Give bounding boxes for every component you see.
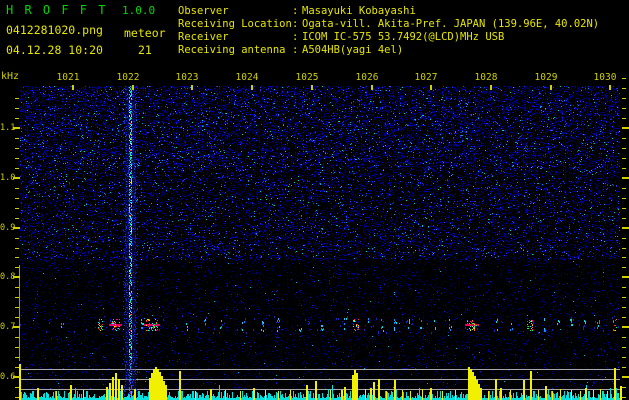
level-tick-label: 0.8 [0,272,16,282]
station-info: Observer: Masayuki Kobayashi Receiving Loc… [178,4,599,56]
app-version: 1.0.0 [122,4,156,17]
frequency-tick-label: 1023 [175,72,199,83]
frequency-tick-label: 1024 [235,72,259,83]
app-title: H R O F F T [6,3,108,17]
mode-label: meteor [124,26,166,40]
station-info-row: Receiving Location: Ogata-vill. Akita-Pre… [178,17,599,30]
info-value: ICOM IC-575 53.7492(@LCD)MHz USB [302,30,505,43]
info-value: Ogata-vill. Akita-Pref. JAPAN (139.96E, … [302,17,600,30]
info-label: Receiving Location [178,17,292,30]
station-info-row: Receiving antenna: A504HB(yagi 4el) [178,43,599,56]
frequency-tick-label: 1022 [116,72,140,83]
output-filename: 0412281020.png [6,23,103,37]
info-value: A504HB(yagi 4el) [302,43,404,56]
info-separator: : [292,30,299,43]
info-label: Receiver [178,30,229,43]
info-separator: : [292,43,299,56]
echo-count: 21 [138,43,152,57]
info-separator: : [292,4,299,17]
frequency-tick-label: 1021 [56,72,80,83]
spectrogram-canvas [0,0,629,400]
station-info-row: Observer: Masayuki Kobayashi [178,4,599,17]
frequency-tick-label: 1030 [593,72,617,83]
hrofft-window: H R O F F T 1.0.0 0412281020.png meteor … [0,0,629,400]
frequency-tick-label: 1027 [414,72,438,83]
frequency-tick-label: 1029 [534,72,558,83]
level-tick-label: 0.7 [0,322,16,332]
station-info-row: Receiver: ICOM IC-575 53.7492(@LCD)MHz US… [178,30,599,43]
frequency-tick-label: 1028 [474,72,498,83]
frequency-tick-label: 1025 [295,72,319,83]
info-separator: : [292,17,299,30]
level-tick-label: 0.9 [0,223,16,233]
level-tick-label: 1.0 [0,173,16,183]
level-tick-label: 0.6 [0,372,16,382]
observation-datetime: 04.12.28 10:20 [6,43,103,57]
info-label: Receiving antenna [178,43,286,56]
level-tick-label: 1.1 [0,123,16,133]
frequency-unit-label: kHz [1,71,20,82]
info-label: Observer [178,4,229,17]
info-value: Masayuki Kobayashi [302,4,416,17]
frequency-tick-label: 1026 [355,72,379,83]
